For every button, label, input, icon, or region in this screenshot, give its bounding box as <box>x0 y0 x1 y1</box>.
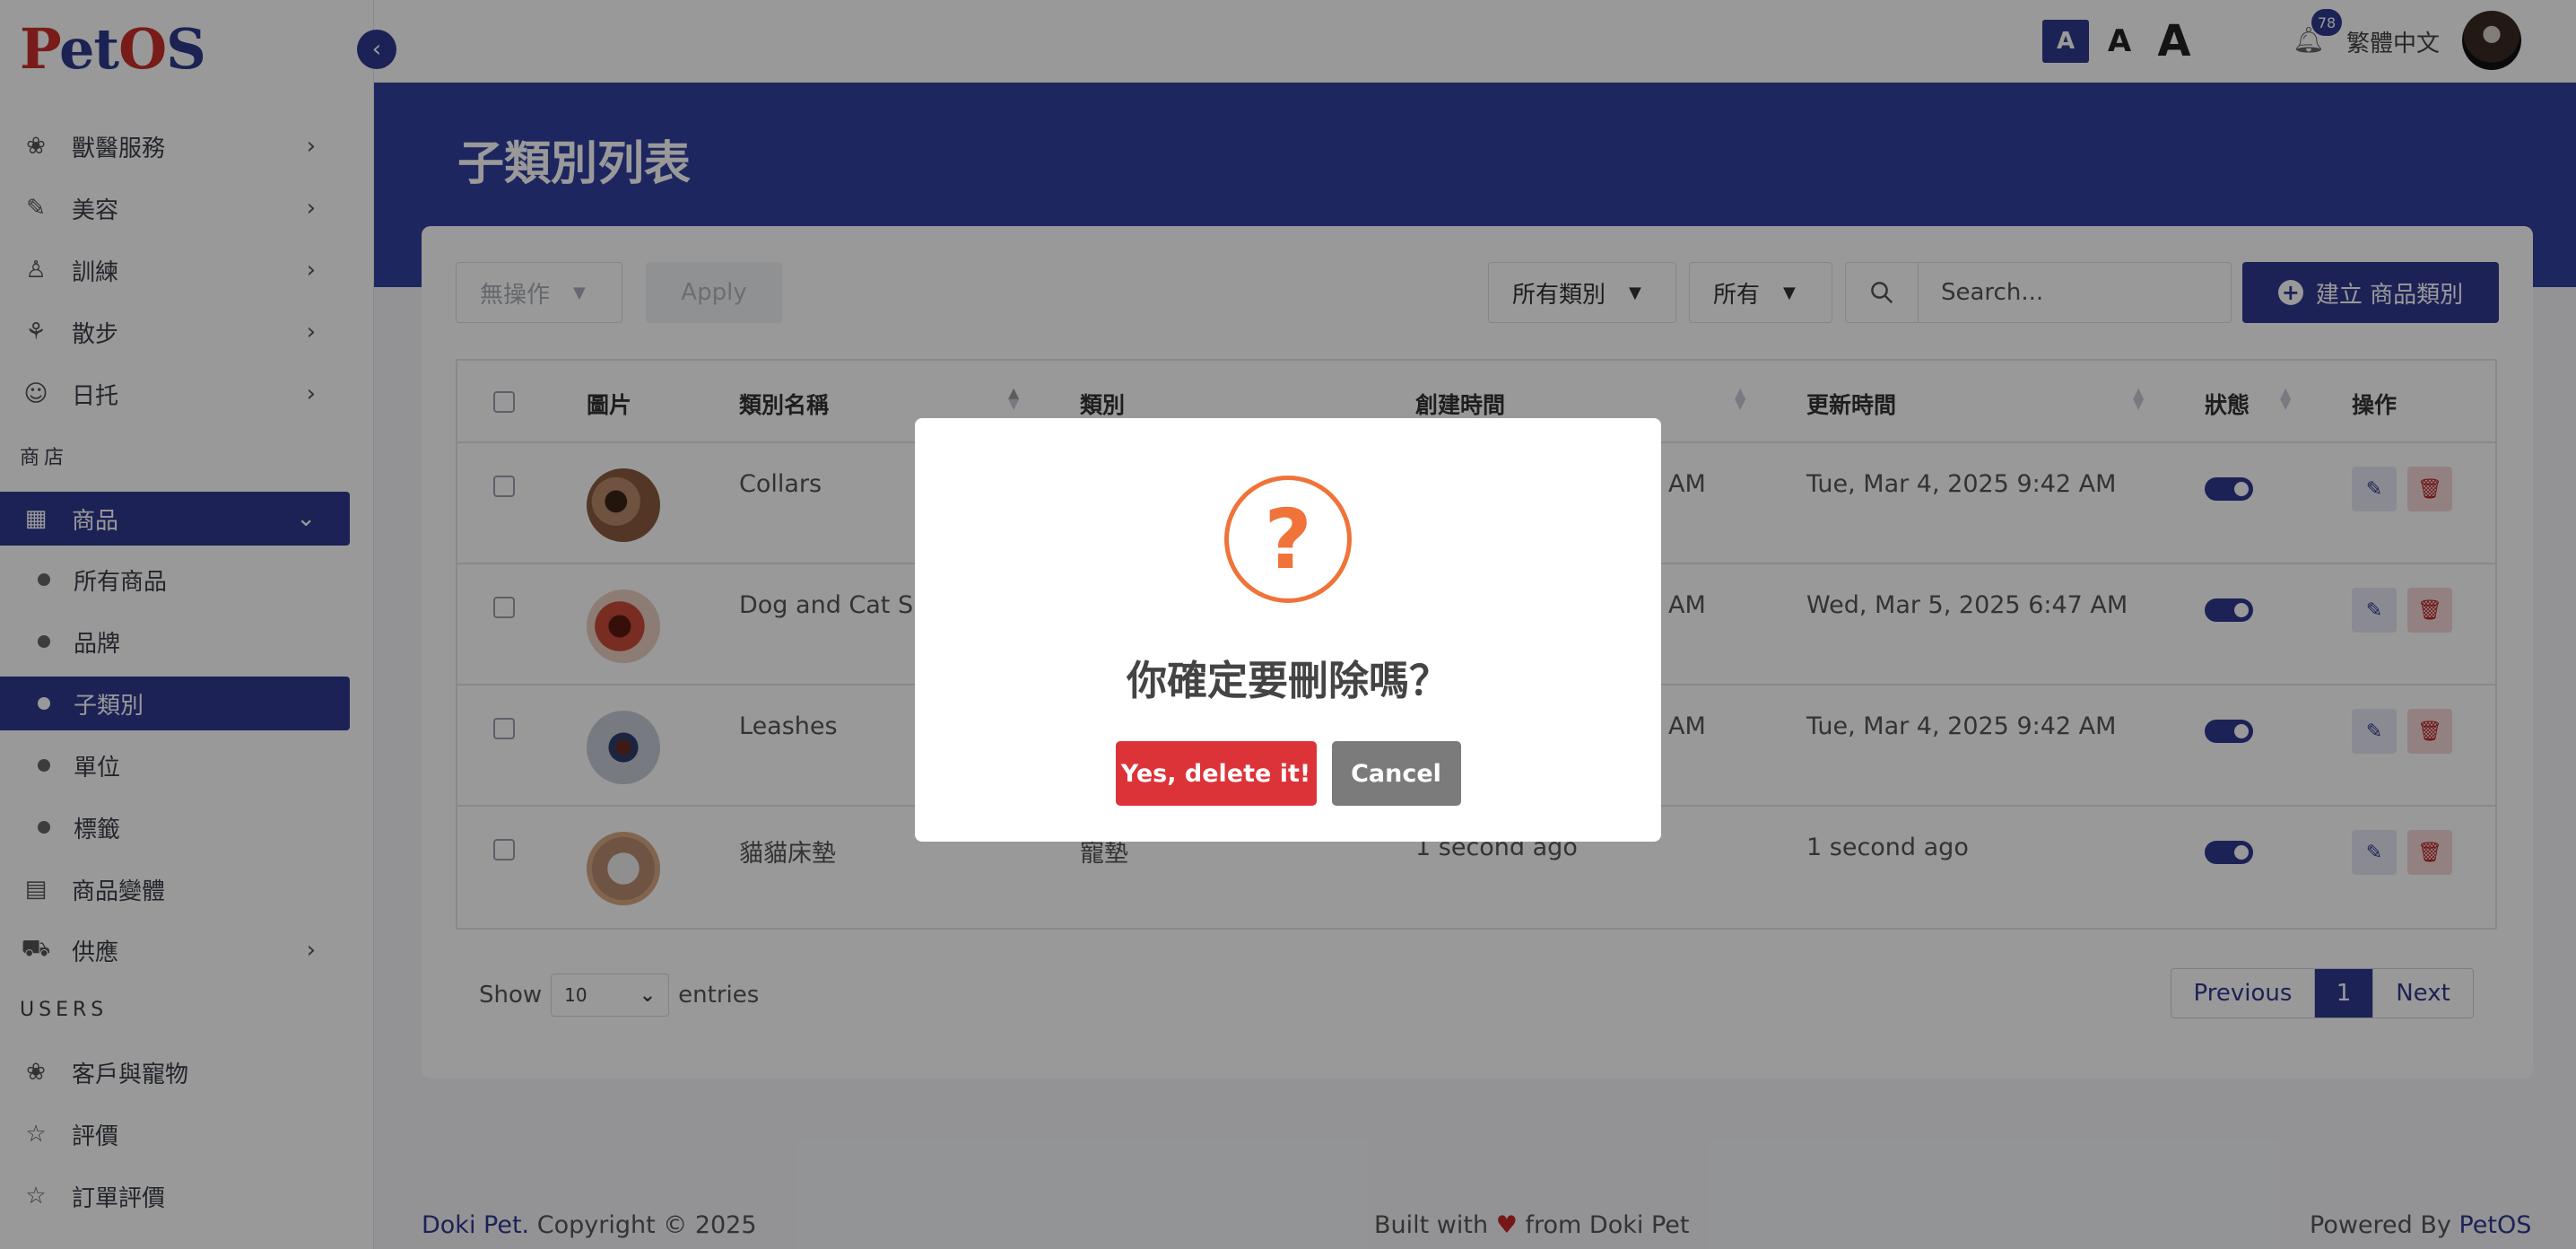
confirm-delete-dialog: ? 你確定要刪除嗎？ Yes, delete it! Cancel <box>915 418 1661 842</box>
dialog-title: 你確定要刪除嗎？ <box>1126 657 1449 704</box>
confirm-delete-button[interactable]: Yes, delete it! <box>1115 741 1317 806</box>
question-icon: ? <box>1224 476 1352 603</box>
dialog-actions: Yes, delete it! Cancel <box>915 741 1661 806</box>
cancel-button[interactable]: Cancel <box>1331 741 1461 806</box>
